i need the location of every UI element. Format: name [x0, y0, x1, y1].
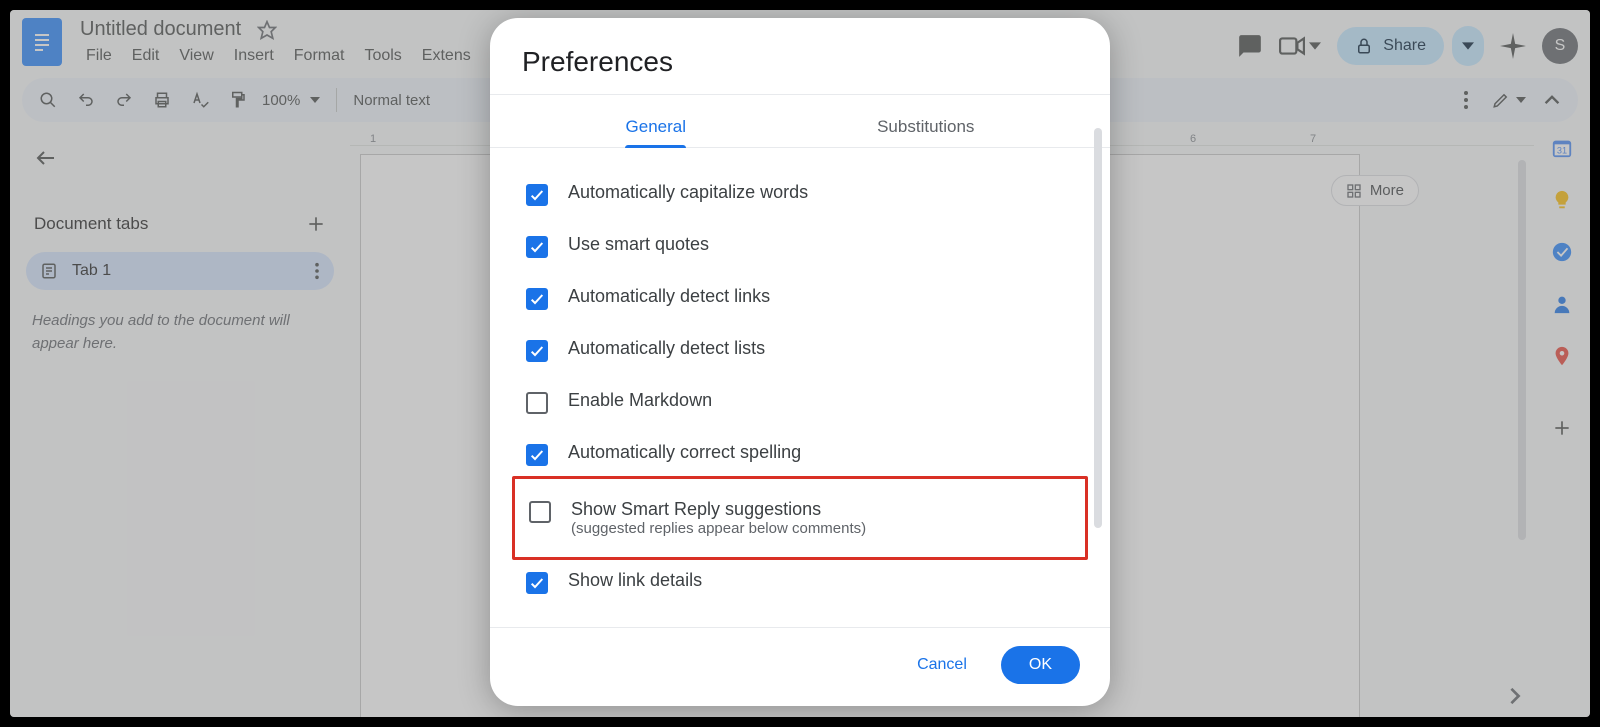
checkbox[interactable] — [526, 444, 548, 466]
dialog-tabs: General Substitutions — [490, 95, 1110, 148]
pref-label: Enable Markdown — [568, 390, 712, 411]
dialog-scrollbar[interactable] — [1094, 128, 1102, 528]
ok-button[interactable]: OK — [1001, 646, 1080, 684]
pref-row: Automatically capitalize words — [518, 168, 1082, 220]
dialog-footer: Cancel OK — [490, 627, 1110, 706]
checkbox[interactable] — [526, 236, 548, 258]
pref-label: Show link details — [568, 570, 702, 591]
highlight-annotation: Show Smart Reply suggestions(suggested r… — [512, 476, 1088, 560]
pref-sublabel: (suggested replies appear below comments… — [571, 520, 866, 537]
checkbox[interactable] — [526, 392, 548, 414]
checkbox[interactable] — [526, 184, 548, 206]
pref-label: Automatically capitalize words — [568, 182, 808, 203]
pref-row: Automatically correct spelling — [518, 428, 1082, 480]
checkbox[interactable] — [526, 572, 548, 594]
pref-row: Enable Markdown — [518, 376, 1082, 428]
pref-row: Automatically detect lists — [518, 324, 1082, 376]
cancel-button[interactable]: Cancel — [901, 648, 983, 682]
checkbox[interactable] — [526, 288, 548, 310]
pref-label: Show Smart Reply suggestions — [571, 499, 866, 520]
app-frame: Untitled document File Edit View Insert … — [10, 10, 1590, 717]
pref-row: Use smart quotes — [518, 220, 1082, 272]
checkbox[interactable] — [529, 501, 551, 523]
preferences-dialog: Preferences General Substitutions Automa… — [490, 18, 1110, 706]
pref-label: Automatically detect links — [568, 286, 770, 307]
pref-label: Use smart quotes — [568, 234, 709, 255]
dialog-title: Preferences — [490, 18, 1110, 94]
tab-substitutions[interactable]: Substitutions — [869, 107, 982, 147]
tab-general[interactable]: General — [618, 107, 694, 147]
dialog-body: Automatically capitalize words Use smart … — [490, 148, 1110, 627]
pref-label: Automatically correct spelling — [568, 442, 801, 463]
pref-row: Automatically detect links — [518, 272, 1082, 324]
pref-row: Show link details — [518, 556, 1082, 608]
pref-row: Show Smart Reply suggestions(suggested r… — [521, 485, 1079, 551]
pref-label: Automatically detect lists — [568, 338, 765, 359]
checkbox[interactable] — [526, 340, 548, 362]
